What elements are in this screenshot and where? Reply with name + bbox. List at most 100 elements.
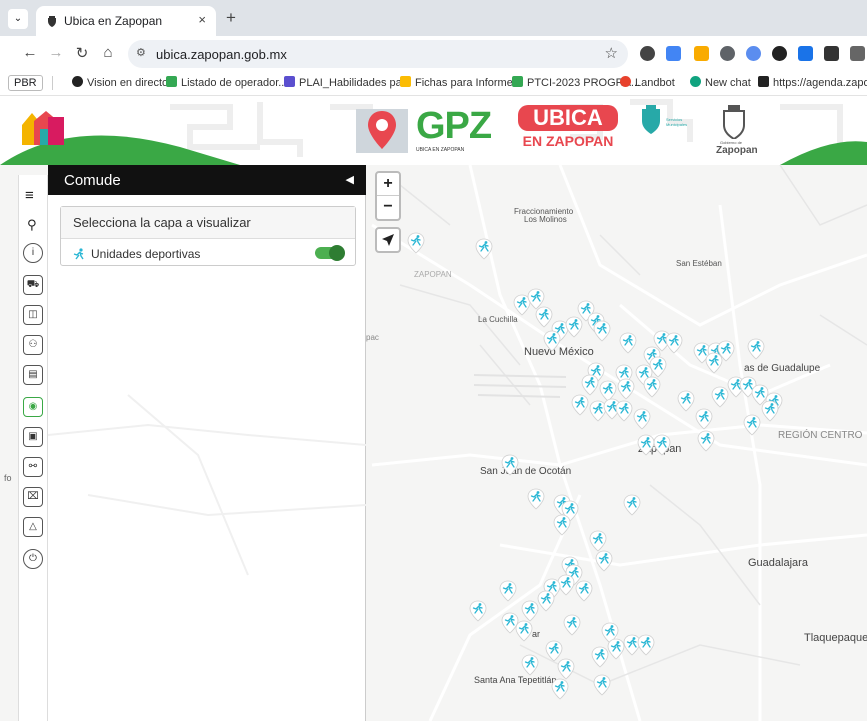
sports-unit-pin[interactable] <box>543 330 561 352</box>
bicycle-icon[interactable]: ⚯ <box>23 457 43 477</box>
locate-me-button[interactable] <box>375 227 401 253</box>
servicios-logo[interactable]: Servicios Municipales <box>640 105 696 159</box>
collapse-panel-icon[interactable]: ◀ <box>346 173 354 186</box>
sports-unit-pin[interactable] <box>571 394 589 416</box>
back-arrow-icon[interactable]: ← <box>20 44 40 61</box>
zoom-in-button[interactable]: + <box>377 173 399 196</box>
map-label-fracc-2: Los Molinos <box>524 215 567 224</box>
browser-tab-bar: ⌄ Ubica en Zapopan × + <box>0 0 867 36</box>
sports-unit-pin[interactable] <box>475 238 493 260</box>
sports-unit-pin[interactable] <box>665 332 683 354</box>
sports-unit-pin[interactable] <box>591 646 609 668</box>
shopping-bag-icon[interactable]: ◫ <box>23 305 43 325</box>
extension-blue-icon[interactable] <box>746 46 761 61</box>
sports-unit-pin[interactable] <box>565 316 583 338</box>
extension-translate-icon[interactable] <box>666 46 681 61</box>
sports-unit-pin[interactable] <box>617 378 635 400</box>
sports-unit-pin[interactable] <box>469 600 487 622</box>
bookmark-plai[interactable]: PLAI_Habilidades pa... <box>284 76 411 89</box>
sports-unit-pin[interactable] <box>619 332 637 354</box>
sports-unit-pin[interactable] <box>557 658 575 680</box>
sports-unit-pin[interactable] <box>743 414 761 436</box>
sports-unit-pin[interactable] <box>551 678 569 700</box>
bookmark-newchat[interactable]: New chat <box>690 76 751 89</box>
gobierno-zapopan-logo[interactable]: Gobierno de Zapopan <box>716 105 758 161</box>
comude-sports-icon[interactable]: ◉ <box>23 397 43 417</box>
address-bar[interactable]: ⚙ ubica.zapopan.gob.mx ☆ <box>128 40 628 68</box>
sports-unit-pin[interactable] <box>521 654 539 676</box>
sports-unit-pin[interactable] <box>527 488 545 510</box>
box-icon[interactable]: ▣ <box>23 427 43 447</box>
search-icon[interactable]: ⚲ <box>27 217 37 233</box>
sports-unit-pin[interactable] <box>501 454 519 476</box>
sports-unit-pin[interactable] <box>705 352 723 374</box>
sports-unit-pin[interactable] <box>607 638 625 660</box>
layer-item-unidades[interactable]: Unidades deportivas <box>73 247 200 261</box>
info-icon[interactable]: i <box>23 243 43 263</box>
houses-logo-icon[interactable] <box>20 107 66 147</box>
power-icon[interactable]: ⏻ <box>23 549 43 569</box>
people-icon[interactable]: ⚇ <box>23 335 43 355</box>
bookmark-agenda[interactable]: https://agenda.zapo... <box>758 76 867 89</box>
sports-unit-pin[interactable] <box>623 494 641 516</box>
sports-unit-pin[interactable] <box>575 580 593 602</box>
layer-toggle-switch[interactable] <box>315 245 345 261</box>
extension-r-icon[interactable] <box>772 46 787 61</box>
bookmark-star-icon[interactable]: ☆ <box>605 44 618 62</box>
new-tab-button[interactable]: + <box>226 8 236 28</box>
reload-icon[interactable]: ↻ <box>72 44 92 62</box>
sports-unit-pin[interactable] <box>515 620 533 642</box>
extension-flag-icon[interactable] <box>798 46 813 61</box>
extension-gear-icon[interactable] <box>720 46 735 61</box>
car-icon[interactable]: ⛟ <box>23 275 43 295</box>
bookmark-vision[interactable]: Vision en directo <box>72 76 168 89</box>
sports-unit-pin[interactable] <box>761 400 779 422</box>
extensions-puzzle-icon[interactable] <box>850 46 865 61</box>
sports-unit-pin[interactable] <box>499 580 517 602</box>
building-icon[interactable]: ▤ <box>23 365 43 385</box>
sports-unit-pin[interactable] <box>553 514 571 536</box>
tab-close-icon[interactable]: × <box>198 12 206 27</box>
sports-unit-pin[interactable] <box>593 674 611 696</box>
ubica-logo[interactable]: UBICA EN ZAPOPAN <box>516 105 620 159</box>
sports-unit-pin[interactable] <box>695 408 713 430</box>
en-zapopan-text: EN ZAPOPAN <box>522 133 614 149</box>
bookmark-listado[interactable]: Listado de operador... <box>166 76 287 89</box>
sports-unit-pin[interactable] <box>677 390 695 412</box>
sports-unit-pin[interactable] <box>653 434 671 456</box>
map-label-san-esteban: San Estéban <box>676 259 722 268</box>
servicios-shield-icon <box>642 105 660 134</box>
sports-unit-pin[interactable] <box>563 614 581 636</box>
sports-unit-pin[interactable] <box>697 430 715 452</box>
gpz-logo[interactable]: GPZ UBICA EN ZAPOPAN <box>354 105 492 159</box>
trash-icon[interactable]: ⌧ <box>23 487 43 507</box>
site-info-icon[interactable]: ⚙ <box>136 46 146 59</box>
browser-tab[interactable]: Ubica en Zapopan × <box>36 6 216 36</box>
sports-unit-pin[interactable] <box>643 376 661 398</box>
sports-unit-pin[interactable] <box>615 400 633 422</box>
sports-unit-pin[interactable] <box>521 600 539 622</box>
sports-unit-pin[interactable] <box>589 530 607 552</box>
map-area[interactable]: Fraccionamiento Los Molinos ZAPOPAN San … <box>0 165 867 721</box>
home-icon[interactable]: ⌂ <box>98 44 118 61</box>
landbot-icon <box>620 76 631 87</box>
bookmark-landbot[interactable]: Landbot <box>620 76 675 89</box>
sports-unit-pin[interactable] <box>593 320 611 342</box>
tab-search-chevron-icon[interactable]: ⌄ <box>8 9 28 29</box>
extension-cloud-icon[interactable] <box>640 46 655 61</box>
bookmark-fichas[interactable]: Fichas para Informe... <box>400 76 522 89</box>
sports-unit-pin[interactable] <box>537 590 555 612</box>
sports-unit-pin[interactable] <box>407 232 425 254</box>
extension-m-icon[interactable] <box>824 46 839 61</box>
warning-icon[interactable]: △ <box>23 517 43 537</box>
sports-unit-pin[interactable] <box>595 550 613 572</box>
bookmark-pbr[interactable]: PBR <box>8 75 43 91</box>
forward-arrow-icon[interactable]: → <box>46 44 66 61</box>
zoom-out-button[interactable]: − <box>377 196 399 219</box>
sports-unit-pin[interactable] <box>581 374 599 396</box>
sports-unit-pin[interactable] <box>633 408 651 430</box>
sports-unit-pin[interactable] <box>747 338 765 360</box>
sports-unit-pin[interactable] <box>637 634 655 656</box>
extension-yellow-icon[interactable] <box>694 46 709 61</box>
hamburger-menu-icon[interactable]: ≡ <box>25 187 34 204</box>
